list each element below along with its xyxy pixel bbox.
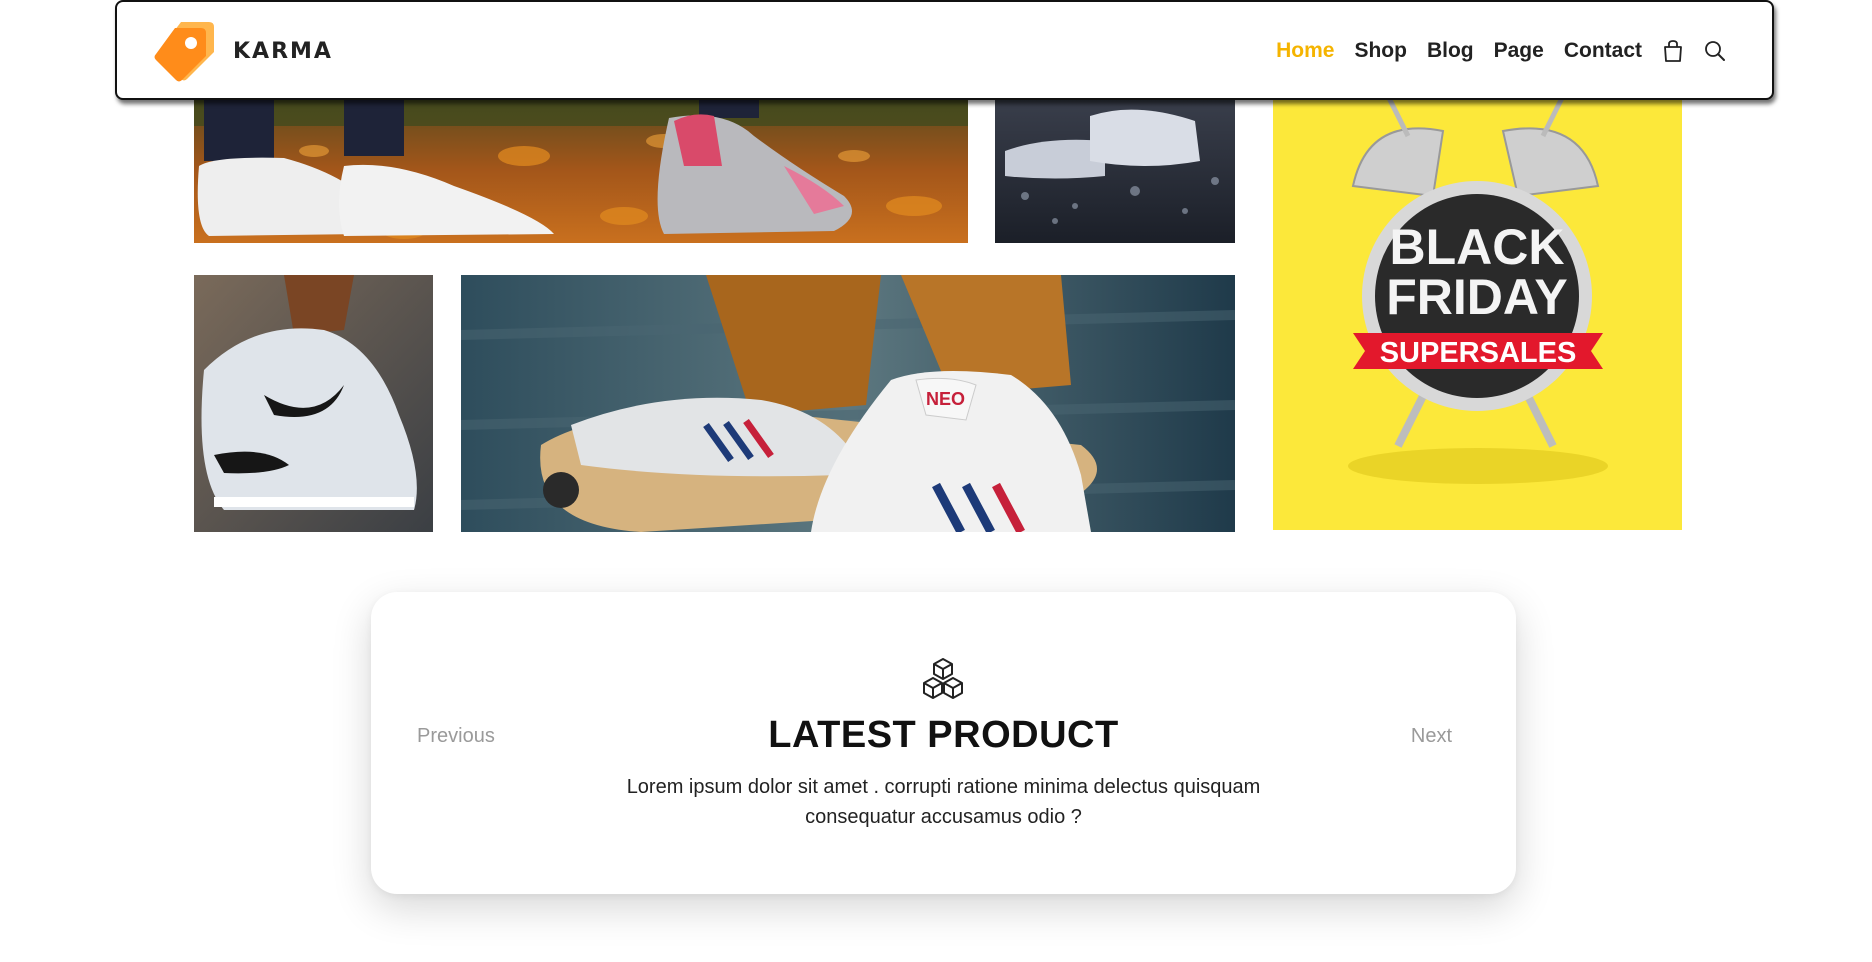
neo-label: NEO — [926, 389, 965, 409]
section-description: Lorem ipsum dolor sit amet . corrupti ra… — [626, 776, 1261, 828]
latest-product-card: Previous LATEST PRODUCT Next Lorem ipsum… — [371, 592, 1516, 894]
site-header: KARMA Home Shop Blog Page Contact — [115, 0, 1774, 100]
search-icon[interactable] — [1704, 39, 1726, 63]
promo-line-black: BLACK — [1390, 219, 1565, 275]
main-nav: Home Shop Blog Page Contact — [1256, 38, 1726, 64]
cubes-icon — [923, 658, 963, 699]
brand-name: KARMA — [233, 38, 333, 64]
promo-ribbon-text: SUPERSALES — [1380, 337, 1577, 369]
black-friday-promo-image[interactable]: BLACK FRIDAY SUPERSALES — [1273, 96, 1682, 530]
nav-home[interactable]: Home — [1276, 38, 1334, 64]
shopping-bag-icon[interactable] — [1662, 39, 1684, 63]
sneakers-water-splash-image — [995, 96, 1235, 243]
nav-shop[interactable]: Shop — [1354, 38, 1407, 64]
section-title: LATEST PRODUCT — [768, 714, 1119, 756]
promo-line-friday: FRIDAY — [1386, 269, 1568, 325]
nav-blog[interactable]: Blog — [1427, 38, 1474, 64]
brand-logo[interactable]: KARMA — [151, 17, 333, 85]
next-button[interactable]: Next — [1411, 725, 1452, 748]
nike-sneaker-image — [194, 275, 433, 532]
skateboard-sneakers-image: NEO — [461, 275, 1235, 532]
nav-page[interactable]: Page — [1494, 38, 1544, 64]
nav-contact[interactable]: Contact — [1564, 38, 1642, 64]
sneakers-autumn-leaves-image — [194, 96, 968, 243]
karma-tag-logo-icon — [154, 22, 214, 82]
